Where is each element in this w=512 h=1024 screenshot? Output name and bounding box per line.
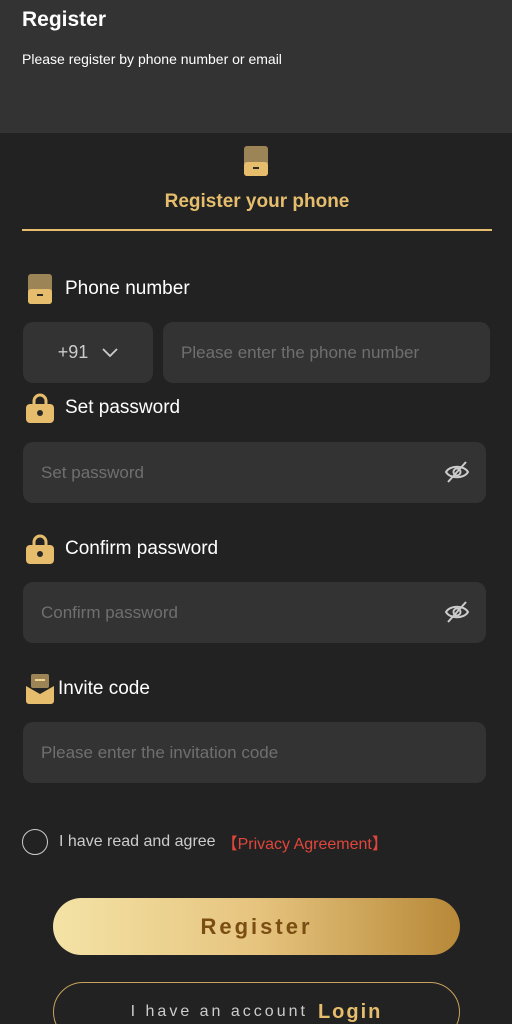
tab-label: Register your phone bbox=[164, 191, 350, 212]
privacy-agreement-link[interactable]: 【Privacy Agreement】 bbox=[222, 830, 388, 854]
agreement-row: I have read and agree 【Privacy Agreement… bbox=[22, 828, 388, 856]
tab-underline bbox=[22, 229, 492, 231]
login-label: Login bbox=[317, 1000, 383, 1023]
lock-icon bbox=[26, 393, 54, 423]
confirm-password-input[interactable]: Confirm password bbox=[23, 582, 486, 643]
agreement-text: I have read and agree bbox=[59, 833, 216, 850]
tab-register-phone[interactable]: Register your phone bbox=[22, 133, 492, 233]
password-placeholder: Set password bbox=[41, 462, 144, 482]
invite-label: Invite code bbox=[26, 674, 150, 704]
password-label: Set password bbox=[26, 393, 180, 423]
page-subtitle: Please register by phone number or email bbox=[22, 51, 282, 67]
lock-icon bbox=[26, 534, 54, 564]
login-lead-text: I have an account bbox=[130, 1003, 308, 1020]
invite-code-input[interactable]: Please enter the invitation code bbox=[23, 722, 486, 783]
country-code-select[interactable]: +91 bbox=[23, 322, 153, 383]
phone-label-text: Phone number bbox=[65, 278, 190, 299]
confirm-password-label: Confirm password bbox=[26, 534, 218, 564]
eye-off-icon[interactable] bbox=[444, 460, 470, 484]
eye-off-icon[interactable] bbox=[444, 600, 470, 624]
phone-label: Phone number bbox=[26, 274, 190, 304]
register-button[interactable]: Register bbox=[53, 898, 460, 955]
invite-code-placeholder: Please enter the invitation code bbox=[41, 742, 279, 762]
login-button[interactable]: I have an account Login bbox=[53, 982, 460, 1024]
phone-icon bbox=[244, 146, 268, 176]
page-title: Register bbox=[22, 8, 107, 31]
phone-placeholder: Please enter the phone number bbox=[181, 342, 420, 362]
password-label-text: Set password bbox=[65, 397, 181, 418]
register-button-label: Register bbox=[200, 913, 313, 939]
chevron-down-icon bbox=[102, 347, 118, 357]
invite-icon bbox=[26, 674, 54, 704]
password-input[interactable]: Set password bbox=[23, 442, 486, 503]
country-code-value: +91 bbox=[57, 342, 89, 362]
invite-label-text: Invite code bbox=[58, 678, 150, 699]
agreement-checkbox[interactable] bbox=[22, 829, 48, 855]
phone-icon bbox=[28, 274, 52, 304]
confirm-password-placeholder: Confirm password bbox=[41, 602, 178, 622]
page-header: Register Please register by phone number… bbox=[0, 0, 512, 133]
phone-input[interactable]: Please enter the phone number bbox=[163, 322, 490, 383]
confirm-password-label-text: Confirm password bbox=[65, 538, 219, 559]
